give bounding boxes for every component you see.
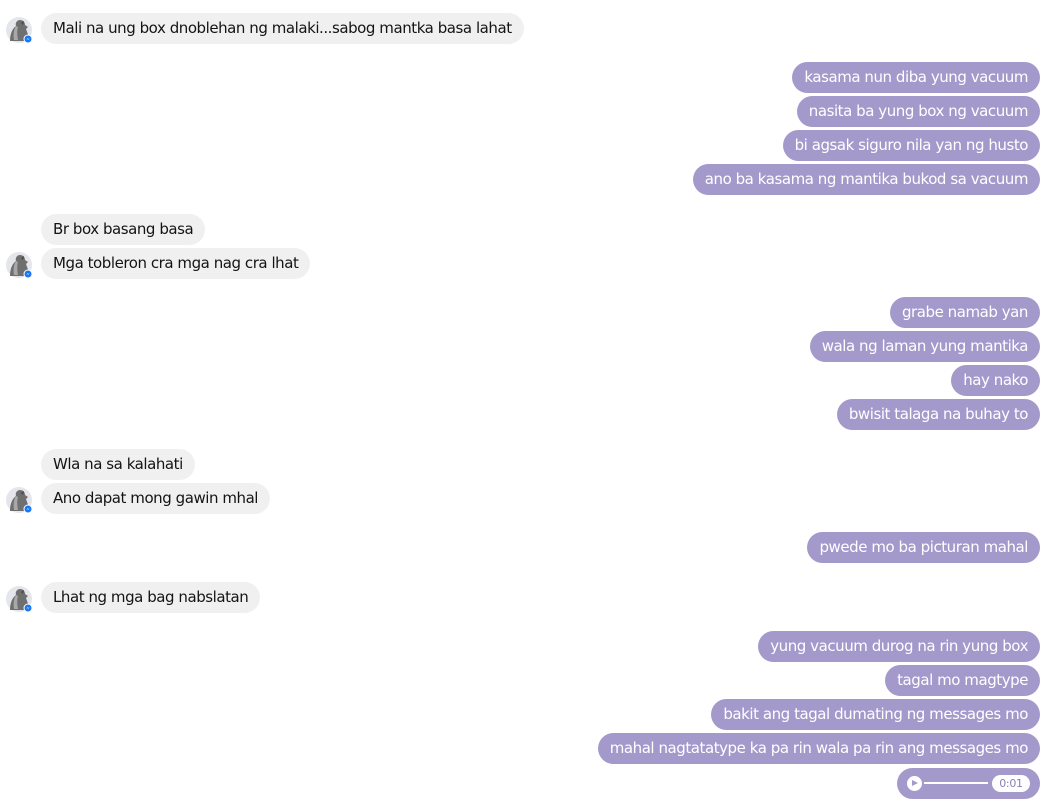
message-bubble-outgoing[interactable]: bwisit talaga na buhay to xyxy=(836,399,1040,430)
message-bubble-outgoing[interactable]: hay nako xyxy=(951,365,1040,396)
message-bubble-outgoing[interactable]: grabe namab yan xyxy=(889,297,1040,328)
message-bubble-outgoing[interactable]: kasama nun diba yung vacuum xyxy=(792,62,1040,93)
message-bubble-incoming[interactable]: Ano dapat mong gawin mhal xyxy=(41,483,271,514)
message-bubble-incoming[interactable]: Wla na sa kalahati xyxy=(41,449,195,480)
avatar-icon[interactable] xyxy=(5,16,33,44)
play-icon[interactable] xyxy=(907,776,922,791)
audio-progress-track[interactable] xyxy=(924,782,988,784)
message-bubble-outgoing[interactable]: ano ba kasama ng mantika bukod sa vacuum xyxy=(692,164,1040,195)
message-bubble-outgoing[interactable]: wala ng laman yung mantika xyxy=(809,331,1040,362)
voice-message: 0:01 xyxy=(897,768,1040,799)
audio-duration: 0:01 xyxy=(992,775,1030,792)
message-bubble-outgoing[interactable]: tagal mo magtype xyxy=(885,665,1040,696)
message-bubble-incoming[interactable]: Mga tobleron cra mga nag cra lhat xyxy=(41,248,311,279)
message-thread: Mali na ung box dnoblehan ng malaki...sa… xyxy=(0,0,1061,804)
avatar-icon[interactable] xyxy=(5,486,33,514)
message-bubble-incoming[interactable]: Br box basang basa xyxy=(41,214,206,245)
message-bubble-outgoing[interactable]: yung vacuum durog na rin yung box xyxy=(758,631,1040,662)
message-bubble-outgoing[interactable]: bakit ang tagal dumating ng messages mo xyxy=(711,699,1040,730)
message-bubble-outgoing[interactable]: nasita ba yung box ng vacuum xyxy=(796,96,1040,127)
message-bubble-incoming[interactable]: Lhat ng mga bag nabslatan xyxy=(41,582,261,613)
avatar-icon[interactable] xyxy=(5,251,33,279)
message-bubble-outgoing[interactable]: pwede mo ba picturan mahal xyxy=(807,532,1040,563)
message-bubble-outgoing[interactable]: mahal nagtatatype ka pa rin wala pa rin … xyxy=(597,733,1040,764)
message-bubble-incoming[interactable]: Mali na ung box dnoblehan ng malaki...sa… xyxy=(41,13,524,44)
message-bubble-outgoing[interactable]: bi agsak siguro nila yan ng husto xyxy=(782,130,1040,161)
avatar-icon[interactable] xyxy=(5,585,33,613)
